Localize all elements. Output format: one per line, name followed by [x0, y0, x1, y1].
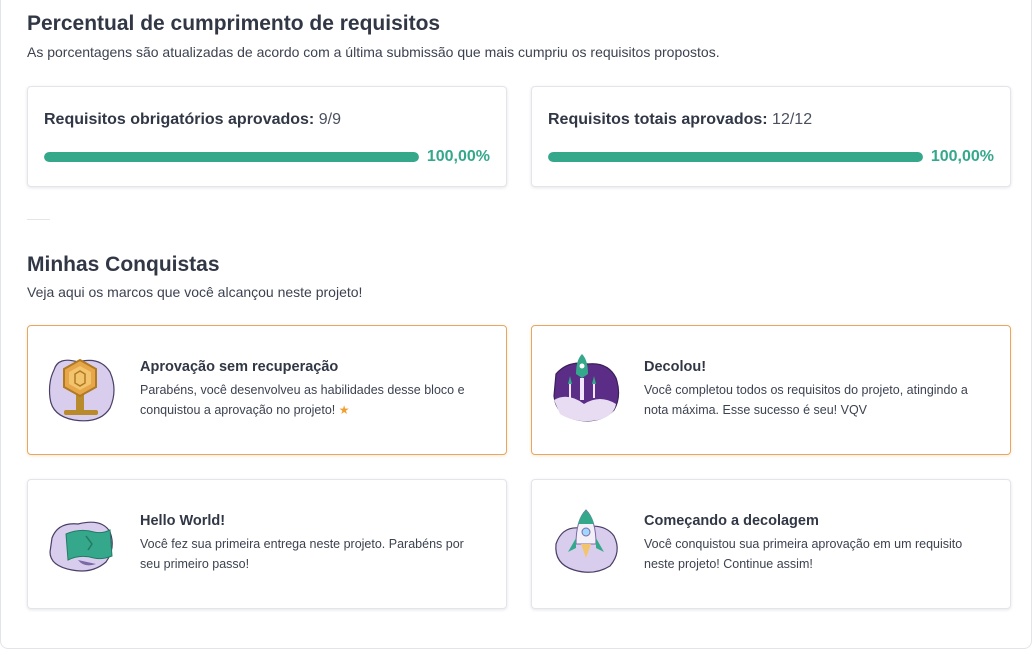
achievement-description-text: Parabéns, você desenvolveu as habilidade…	[140, 383, 465, 417]
flag-icon	[44, 504, 120, 580]
total-percent: 100,00%	[930, 148, 994, 165]
achievement-card-approval: Aprovação sem recuperação Parabéns, você…	[27, 325, 507, 455]
achievement-description: Você completou todos os requisitos do pr…	[644, 383, 968, 417]
rocket-launch-icon	[548, 350, 624, 426]
achievement-description: Parabéns, você desenvolveu as habilidade…	[140, 380, 480, 420]
mandatory-requirements-label: Requisitos obrigatórios aprovados: 9/9	[44, 111, 341, 129]
total-progress-bar	[548, 152, 923, 162]
mandatory-progress-fill	[44, 152, 419, 162]
gold-medal-icon	[44, 350, 120, 426]
achievement-description: Você fez sua primeira entrega neste proj…	[140, 537, 464, 571]
achievement-title: Decolou!	[644, 359, 707, 375]
achievement-card-starting-launch: Começando a decolagem Você conquistou su…	[531, 479, 1011, 609]
achievement-card-hello-world: Hello World! Você fez sua primeira entre…	[27, 479, 507, 609]
requirements-subtitle: As porcentagens são atualizadas de acord…	[27, 44, 720, 60]
section-divider	[27, 219, 50, 220]
requirements-title: Percentual de cumprimento de requisitos	[27, 12, 441, 35]
achievement-title: Hello World!	[140, 513, 226, 529]
total-requirements-card: Requisitos totais aprovados: 12/12 100,0…	[531, 86, 1011, 187]
mandatory-count: 9/9	[318, 111, 341, 128]
page-panel: Percentual de cumprimento de requisitos …	[0, 0, 1032, 649]
mandatory-requirements-card: Requisitos obrigatórios aprovados: 9/9 1…	[27, 86, 507, 187]
achievements-subtitle: Veja aqui os marcos que você alcançou ne…	[27, 284, 363, 300]
total-progress-fill	[548, 152, 923, 162]
rocket-icon	[548, 504, 624, 580]
achievement-card-launched: Decolou! Você completou todos os requisi…	[531, 325, 1011, 455]
total-label-text: Requisitos totais aprovados:	[548, 111, 768, 128]
achievement-title: Começando a decolagem	[644, 513, 819, 529]
achievements-title: Minhas Conquistas	[27, 253, 220, 276]
mandatory-percent: 100,00%	[426, 148, 490, 165]
mandatory-label-text: Requisitos obrigatórios aprovados:	[44, 111, 315, 128]
total-count: 12/12	[772, 111, 813, 128]
star-icon: ★	[338, 403, 350, 417]
mandatory-progress-bar	[44, 152, 419, 162]
achievement-description: Você conquistou sua primeira aprovação e…	[644, 537, 963, 571]
achievement-title: Aprovação sem recuperação	[140, 359, 339, 375]
total-requirements-label: Requisitos totais aprovados: 12/12	[548, 111, 812, 129]
